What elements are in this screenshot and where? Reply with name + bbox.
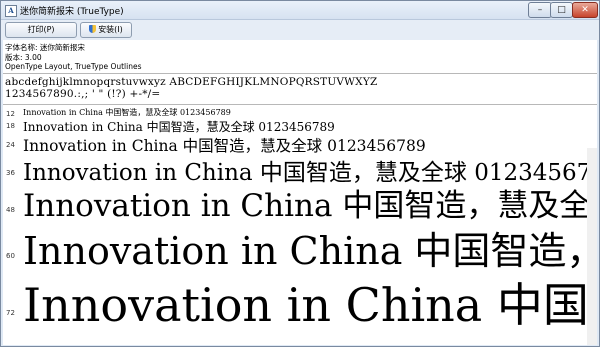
font-layout-info: OpenType Layout, TrueType Outlines <box>5 62 142 71</box>
sample-text: Innovation in China 中国智造，慧及全球 0123456789 <box>23 229 597 273</box>
sample-size-label: 18 <box>6 122 15 130</box>
sample-text: Innovation in China 中国智造，慧及全球 0123456789 <box>23 120 335 134</box>
font-viewer-window: A 迷你简新报宋 (TrueType) – □ ✕ 打印(P) 安装(I) 字体… <box>0 0 600 347</box>
charset-digits-symbols: 1234567890.:,; ' " (!?) +-*/= <box>5 88 161 100</box>
sample-text: Innovation in China 中国智造，慧及全球 0123456789 <box>23 278 597 332</box>
window-title: 迷你简新报宋 (TrueType) <box>20 7 124 17</box>
maximize-button[interactable]: □ <box>550 2 573 18</box>
sample-size-label: 48 <box>6 206 15 214</box>
sample-size-label: 12 <box>6 110 15 118</box>
minimize-button[interactable]: – <box>528 2 552 18</box>
sample-text: Innovation in China 中国智造，慧及全球 0123456789 <box>23 108 231 117</box>
close-button[interactable]: ✕ <box>572 2 598 18</box>
charset-letters: abcdefghijklmnopqrstuvwxyz ABCDEFGHIJKLM… <box>5 76 378 88</box>
font-file-icon: A <box>5 5 17 17</box>
sample-size-label: 24 <box>6 141 15 149</box>
sample-size-label: 72 <box>6 309 15 317</box>
sample-size-label: 36 <box>6 169 15 177</box>
shield-icon <box>89 25 97 33</box>
vertical-scrollbar[interactable] <box>587 148 597 345</box>
install-button-label: 安装(I) <box>98 25 123 34</box>
separator <box>3 73 597 74</box>
font-preview-area[interactable]: 字体名称: 迷你简新报宋 版本: 3.00 OpenType Layout, T… <box>3 40 597 345</box>
print-button[interactable]: 打印(P) <box>5 22 77 38</box>
toolbar: 打印(P) 安装(I) <box>1 20 599 40</box>
separator <box>3 104 597 105</box>
title-bar[interactable]: A 迷你简新报宋 (TrueType) – □ ✕ <box>1 1 599 20</box>
sample-size-label: 60 <box>6 252 15 260</box>
sample-text: Innovation in China 中国智造，慧及全球 0123456789 <box>23 188 597 224</box>
install-button[interactable]: 安装(I) <box>80 22 132 38</box>
